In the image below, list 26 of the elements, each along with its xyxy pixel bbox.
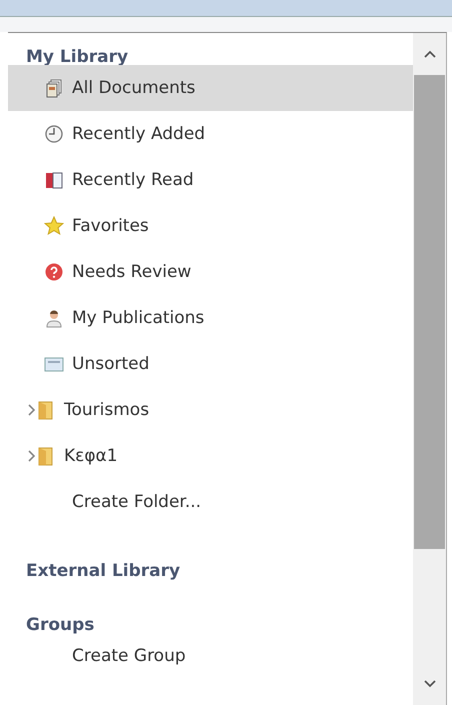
scroll-thumb[interactable]: [414, 75, 445, 549]
scroll-down-icon[interactable]: [422, 679, 436, 689]
section-heading: My Library: [25, 46, 130, 65]
sidebar-item[interactable]: Needs Review: [8, 249, 413, 295]
sidebar-item[interactable]: My Publications: [8, 295, 413, 341]
sidebar-item[interactable]: Favorites: [8, 203, 413, 249]
chevron-right-icon[interactable]: [26, 449, 36, 463]
create-link[interactable]: Create Folder...: [8, 479, 413, 525]
folder-item[interactable]: Κεφα1: [8, 433, 413, 479]
sidebar-item[interactable]: Unsorted: [8, 341, 413, 387]
sidebar-item[interactable]: Recently Read: [8, 157, 413, 203]
section-heading: Groups: [25, 614, 96, 633]
clock-icon: [44, 124, 64, 144]
create-link[interactable]: Create Group: [8, 633, 413, 679]
scroll-up-icon[interactable]: [422, 49, 436, 59]
book-icon: [44, 170, 64, 190]
question-icon: [44, 262, 64, 282]
sidebar-item[interactable]: Recently Added: [8, 111, 413, 157]
scrollbar[interactable]: [413, 33, 446, 705]
star-icon: [44, 216, 64, 236]
documents-icon: [44, 78, 64, 98]
section-heading: External Library: [25, 560, 182, 579]
sidebar-item[interactable]: All Documents: [8, 65, 413, 111]
person-icon: [44, 308, 64, 328]
chevron-right-icon[interactable]: [26, 403, 36, 417]
folder-item[interactable]: Tourismos: [8, 387, 413, 433]
